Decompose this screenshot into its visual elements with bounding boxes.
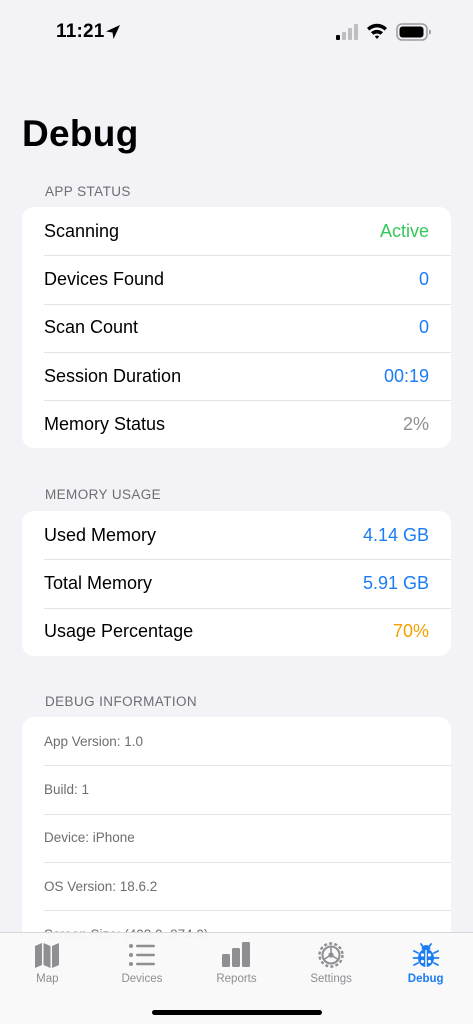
section-header-debug-information: DEBUG INFORMATION bbox=[45, 694, 198, 709]
debug-info-row: OS Version: 18.6.2 bbox=[22, 861, 451, 910]
status-time: 11:21 bbox=[56, 21, 105, 42]
debug-info-card: App Version: 1.0 Build: 1 Device: iPhone… bbox=[22, 717, 451, 959]
os-version-text: OS Version: 18.6.2 bbox=[44, 878, 158, 894]
cellular-signal-icon bbox=[336, 24, 358, 40]
tab-map[interactable]: Map bbox=[0, 933, 95, 993]
home-indicator[interactable] bbox=[152, 1010, 322, 1015]
battery-icon bbox=[396, 23, 431, 41]
debug-info-row: Build: 1 bbox=[22, 765, 451, 813]
memory-row-total: Total Memory 5.91 GB bbox=[22, 559, 451, 607]
app-status-card: Scanning Active Devices Found 0 Scan Cou… bbox=[22, 207, 451, 449]
row-label: Scan Count bbox=[44, 317, 139, 338]
tab-label: Devices bbox=[121, 973, 163, 985]
scan-count-value: 0 bbox=[418, 317, 429, 338]
scanning-status-value: Active bbox=[379, 220, 429, 241]
tab-bar: Map Devices Reports Settings Debug bbox=[0, 932, 473, 1024]
section-header-memory-usage: MEMORY USAGE bbox=[45, 487, 162, 502]
row-label: Session Duration bbox=[44, 365, 182, 386]
devices-found-value: 0 bbox=[418, 268, 429, 289]
debug-info-row: App Version: 1.0 bbox=[22, 717, 451, 765]
tab-reports[interactable]: Reports bbox=[189, 933, 284, 993]
status-row-session-duration: Session Duration 00:19 bbox=[22, 351, 451, 400]
tab-debug[interactable]: Debug bbox=[378, 933, 473, 993]
build-text: Build: 1 bbox=[44, 781, 90, 797]
memory-status-value: 2% bbox=[402, 413, 429, 434]
tab-label: Settings bbox=[310, 973, 352, 985]
tab-label: Reports bbox=[216, 973, 257, 985]
status-row-scanning: Scanning Active bbox=[22, 207, 451, 255]
ladybug-icon bbox=[412, 943, 440, 967]
device-text: Device: iPhone bbox=[44, 830, 135, 846]
total-memory-value: 5.91 GB bbox=[362, 572, 429, 593]
used-memory-value: 4.14 GB bbox=[362, 524, 429, 545]
usage-percentage-value: 70% bbox=[392, 621, 429, 642]
list-icon bbox=[128, 944, 155, 966]
map-icon bbox=[35, 943, 60, 968]
tab-devices[interactable]: Devices bbox=[95, 933, 190, 993]
status-row-scan-count: Scan Count 0 bbox=[22, 303, 451, 352]
memory-usage-card: Used Memory 4.14 GB Total Memory 5.91 GB… bbox=[22, 511, 451, 656]
app-version-text: App Version: 1.0 bbox=[44, 733, 144, 749]
row-label: Devices Found bbox=[44, 268, 165, 289]
row-label: Memory Status bbox=[44, 413, 166, 434]
session-duration-value: 00:19 bbox=[383, 365, 429, 386]
status-row-devices-found: Devices Found 0 bbox=[22, 255, 451, 303]
memory-row-percentage: Usage Percentage 70% bbox=[22, 607, 451, 656]
memory-row-used: Used Memory 4.14 GB bbox=[22, 511, 451, 559]
status-row-memory-status: Memory Status 2% bbox=[22, 400, 451, 448]
location-arrow-icon bbox=[106, 25, 120, 39]
row-label: Total Memory bbox=[44, 572, 153, 593]
row-label: Used Memory bbox=[44, 524, 157, 545]
tab-settings[interactable]: Settings bbox=[284, 933, 379, 993]
row-label: Usage Percentage bbox=[44, 621, 194, 642]
bar-chart-icon bbox=[222, 942, 251, 967]
tab-label: Debug bbox=[407, 973, 444, 985]
tab-label: Map bbox=[36, 973, 59, 985]
wifi-icon bbox=[367, 23, 387, 39]
gear-icon bbox=[318, 942, 344, 968]
debug-info-row: Device: iPhone bbox=[22, 813, 451, 862]
page-title: Debug bbox=[22, 113, 139, 154]
section-header-app-status: APP STATUS bbox=[45, 184, 131, 199]
row-label: Scanning bbox=[44, 220, 120, 241]
status-bar: 11:21 bbox=[0, 0, 473, 60]
